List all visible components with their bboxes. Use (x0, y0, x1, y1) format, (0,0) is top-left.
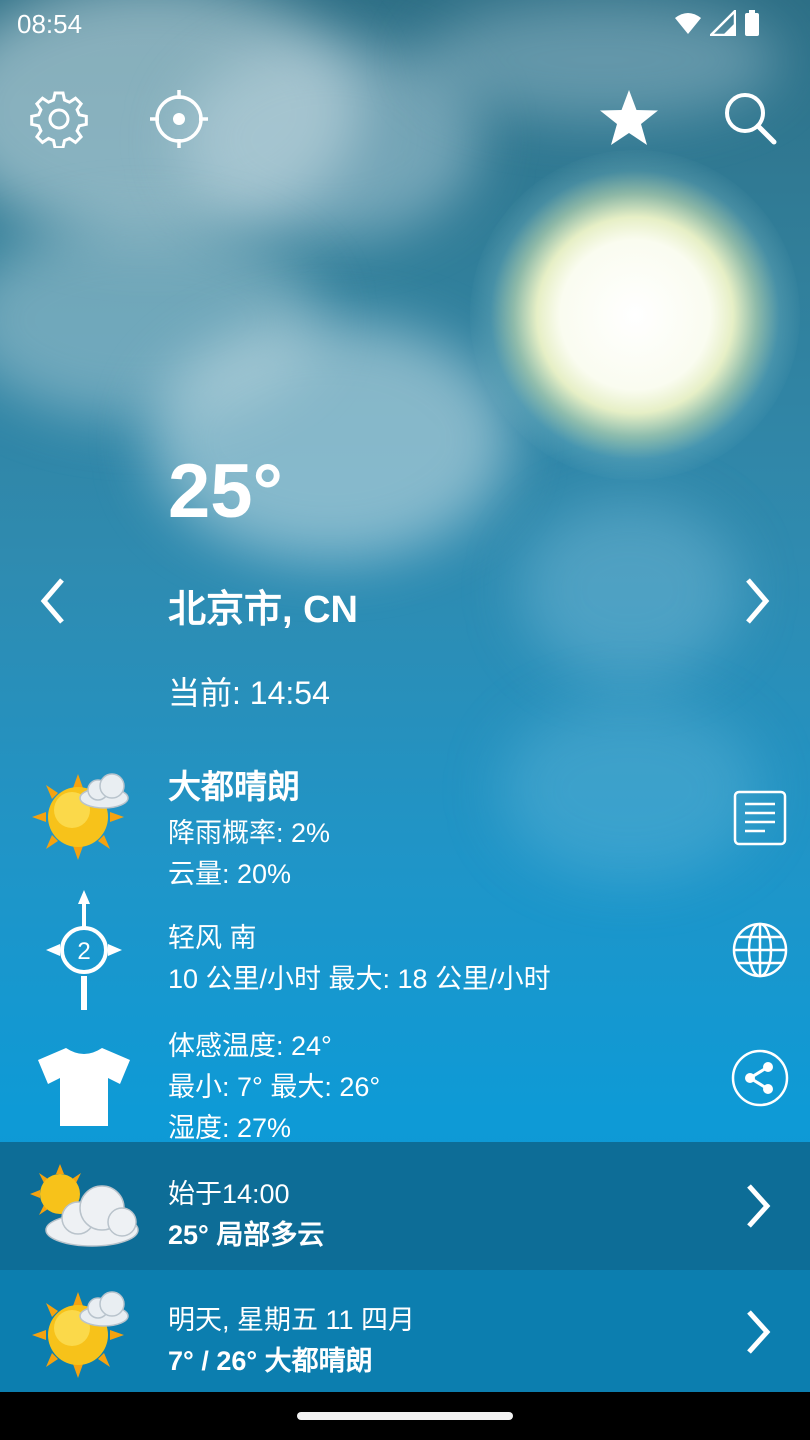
mostly-sunny-icon (32, 773, 129, 860)
status-bar: 08:54 (0, 0, 810, 50)
weather-screen: 08:54 25° 北京市, CN 当前: 14:54 大都晴朗 降雨概率: 2… (0, 0, 810, 1392)
forecast-row-today[interactable]: 始于14:00 25° 局部多云 (0, 1142, 810, 1270)
tshirt-icon (38, 1048, 130, 1126)
condition-text: 大都晴朗 (168, 768, 300, 805)
forecast-time: 始于14:00 (168, 1179, 290, 1209)
min-max-text: 最小: 7° 最大: 26° (168, 1072, 381, 1102)
wind-compass-icon: 2 (46, 890, 122, 1010)
current-temperature: 25° (168, 449, 283, 534)
wind-detail-text: 10 公里/小时 最大: 18 公里/小时 (168, 964, 551, 994)
forecast-date: 明天, 星期五 11 四月 (168, 1305, 416, 1335)
settings-icon[interactable] (30, 90, 88, 148)
next-location-arrow-icon[interactable] (742, 576, 772, 626)
status-time: 08:54 (17, 9, 83, 39)
wind-title-text: 轻风 南 (168, 923, 257, 953)
search-icon[interactable] (722, 90, 778, 146)
feels-like-text: 体感温度: 24° (168, 1031, 332, 1061)
partly-cloudy-icon (30, 1164, 139, 1247)
precipitation-text: 降雨概率: 2% (168, 818, 331, 848)
humidity-text: 湿度: 27% (168, 1113, 292, 1143)
city-name: 北京市, CN (168, 589, 359, 631)
location-icon[interactable] (148, 88, 210, 150)
background-cloud (500, 700, 760, 880)
sun-glow (470, 150, 800, 480)
background-cloud (520, 500, 740, 680)
chevron-right-icon[interactable] (744, 1182, 772, 1230)
wifi-icon (675, 13, 701, 34)
forecast-row-tomorrow[interactable]: 明天, 星期五 11 四月 7° / 26° 大都晴朗 (0, 1270, 810, 1392)
home-gesture-pill[interactable] (297, 1412, 513, 1420)
wind-force-text: 2 (77, 938, 90, 965)
details-list-icon[interactable] (733, 790, 787, 846)
previous-location-arrow-icon[interactable] (38, 576, 68, 626)
cloud-cover-text: 云量: 20% (168, 859, 292, 889)
status-icons (674, 10, 760, 36)
favorite-star-icon[interactable] (598, 88, 660, 148)
share-icon[interactable] (730, 1048, 790, 1108)
mostly-sunny-icon (32, 1291, 129, 1378)
forecast-summary: 7° / 26° 大都晴朗 (168, 1346, 373, 1376)
globe-icon[interactable] (731, 921, 789, 979)
chevron-right-icon[interactable] (744, 1308, 772, 1356)
signal-icon (710, 10, 736, 36)
forecast-summary: 25° 局部多云 (168, 1220, 325, 1250)
battery-icon (745, 10, 759, 36)
update-time: 当前: 14:54 (168, 675, 330, 711)
